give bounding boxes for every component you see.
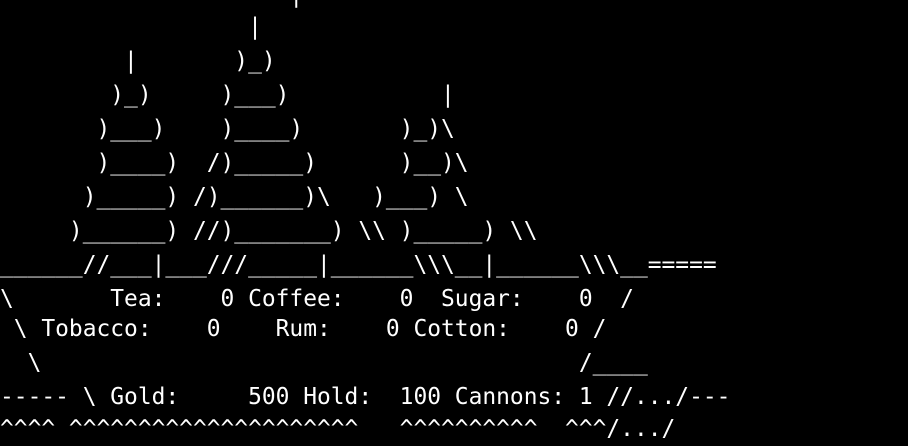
sail-row-6: )_____) /)______)\ )___) \ [0,184,469,210]
sail-row-3: )_) )___) | [0,82,455,108]
waves-row: ^^^^ ^^^^^^^^^^^^^^^^^^^^^ ^^^^^^^^^^ ^^… [0,416,676,442]
terminal-screen: | | | )_) )_) )___) | )___) )____) )_)\ … [0,0,908,446]
sail-row-4: )___) )____) )_)\ [0,116,455,142]
ship-deck: ______//___|___///_____|______\\\__|____… [0,252,717,278]
sail-row-7: )______) //)_______) \\ )_____) \\ [0,218,538,244]
cargo-row-2: \ Tobacco: 0 Rum: 0 Cotton: 0 / [0,316,607,342]
sail-row-5: )____) /)_____) )__)\ [0,150,469,176]
sail-row-2: | )_) [0,48,276,74]
mast-row-1: | [0,14,262,40]
cargo-row-1: \ Tea: 0 Coffee: 0 Sugar: 0 / [0,286,634,312]
status-row: ----- \ Gold: 500 Hold: 100 Cannons: 1 /… [0,384,731,410]
hull-row: \ /____ [0,350,648,376]
